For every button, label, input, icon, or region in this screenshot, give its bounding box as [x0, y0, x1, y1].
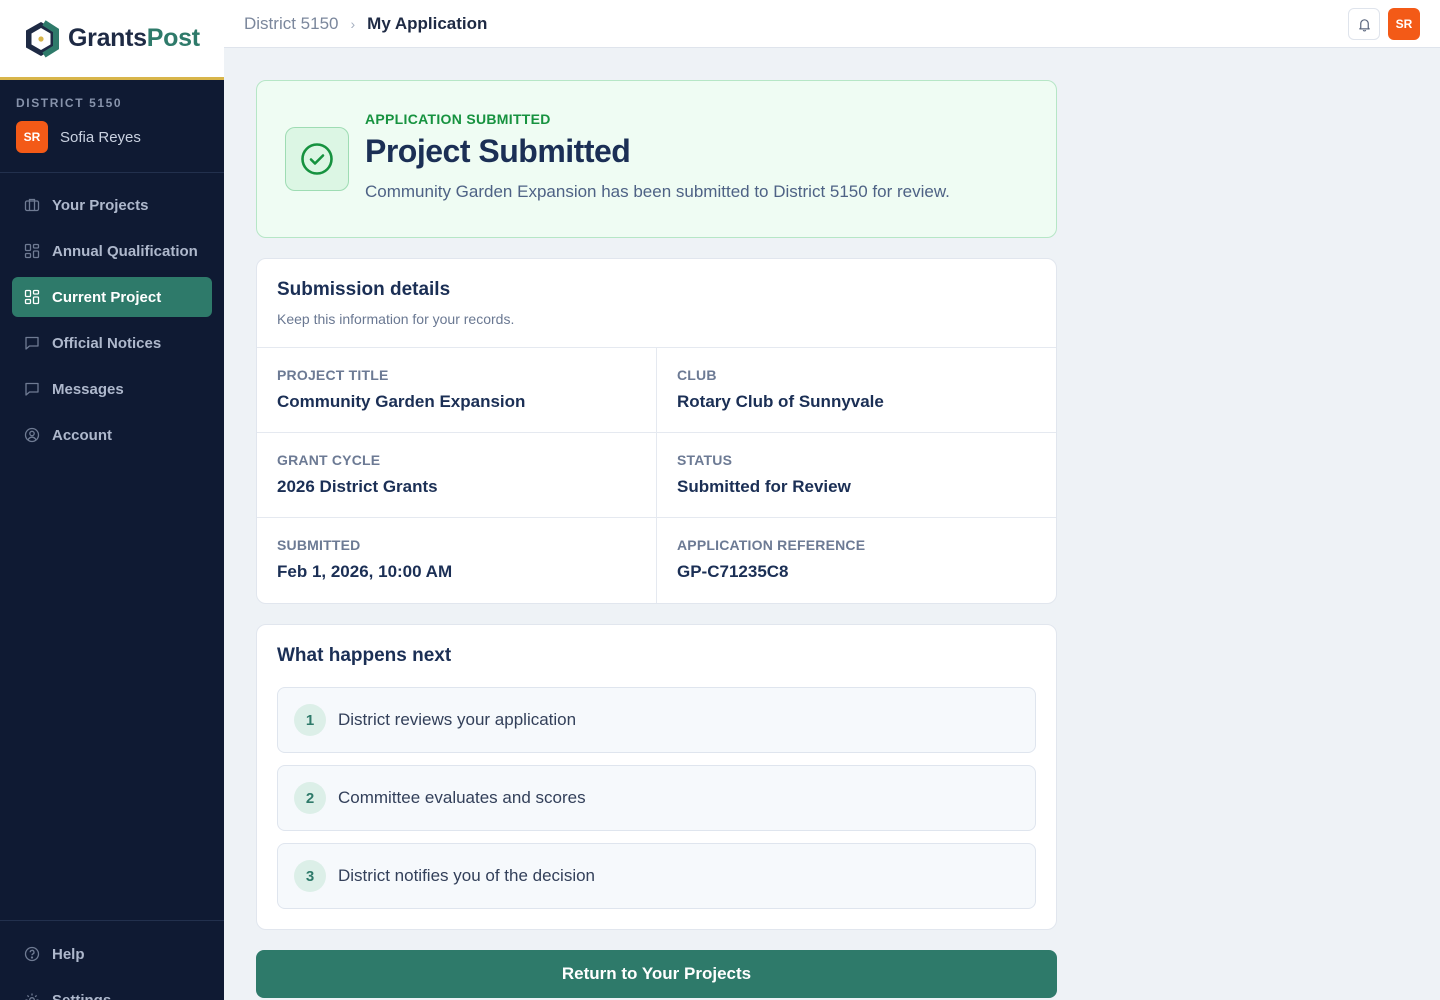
- step-text: District reviews your application: [338, 710, 577, 729]
- return-to-projects-button[interactable]: Return to Your Projects: [256, 950, 1057, 998]
- user-row: SR Sofia Reyes: [16, 121, 208, 153]
- details-grid: PROJECT TITLE Community Garden Expansion…: [257, 348, 1056, 603]
- detail-project-title: PROJECT TITLE Community Garden Expansion: [257, 348, 657, 433]
- top-actions: SR: [1348, 8, 1420, 40]
- sidebar-item-your-projects[interactable]: Your Projects: [12, 185, 212, 225]
- sidebar-item-official-notices[interactable]: Official Notices: [12, 323, 212, 363]
- detail-application-reference: APPLICATION REFERENCE GP-C71235C8: [657, 518, 1056, 603]
- sidebar-item-settings[interactable]: Settings: [12, 980, 212, 1000]
- message-square-icon: [24, 335, 40, 351]
- success-text: APPLICATION SUBMITTED Project Submitted …: [365, 111, 950, 202]
- sidebar-item-current-project[interactable]: Current Project: [12, 277, 212, 317]
- check-circle-icon: [285, 127, 349, 191]
- detail-submitted: SUBMITTED Feb 1, 2026, 10:00 AM: [257, 518, 657, 603]
- user-avatar-button[interactable]: SR: [1388, 8, 1420, 40]
- detail-value: GP-C71235C8: [677, 562, 789, 581]
- details-title: Submission details: [277, 279, 451, 300]
- breadcrumb-current: My Application: [367, 13, 488, 33]
- submission-details-card: Submission details Keep this information…: [256, 258, 1057, 604]
- brand-name-part2: Post: [146, 24, 200, 52]
- step-number: 3: [294, 860, 326, 892]
- sidebar-item-label: Your Projects: [52, 196, 149, 214]
- sidebar-item-messages[interactable]: Messages: [12, 369, 212, 409]
- chevron-right-icon: ›: [350, 15, 356, 32]
- details-header: Submission details Keep this information…: [257, 259, 1056, 348]
- gear-icon: [24, 992, 40, 1000]
- sidebar-item-label: Current Project: [52, 288, 162, 306]
- sidebar-item-label: Official Notices: [52, 334, 162, 352]
- briefcase-icon: [24, 197, 40, 213]
- brand-name-part1: Grants: [68, 24, 147, 52]
- detail-label: SUBMITTED: [277, 537, 361, 553]
- user-name: Sofia Reyes: [60, 128, 141, 146]
- sidebar-item-help[interactable]: Help: [12, 934, 212, 974]
- details-subtitle: Keep this information for your records.: [277, 311, 515, 327]
- breadcrumb-district[interactable]: District 5150: [244, 14, 338, 34]
- sidebar-item-annual-qualification[interactable]: Annual Qualification: [12, 231, 212, 271]
- detail-label: CLUB: [677, 367, 717, 383]
- detail-label: GRANT CYCLE: [277, 452, 381, 468]
- list-item: 2 Committee evaluates and scores: [277, 765, 1036, 831]
- user-circle-icon: [24, 427, 40, 443]
- sidebar-bottom: Help Settings: [0, 920, 224, 1000]
- help-circle-icon: [24, 946, 40, 962]
- avatar: SR: [16, 121, 48, 153]
- step-text: District notifies you of the decision: [338, 866, 596, 885]
- sidebar-item-label: Messages: [52, 380, 124, 398]
- bell-icon: [1358, 18, 1370, 32]
- district-block: DISTRICT 5150 SR Sofia Reyes: [0, 80, 224, 173]
- topbar: District 5150 › My Application SR: [224, 0, 1440, 48]
- sidebar-item-account[interactable]: Account: [12, 415, 212, 455]
- detail-value: Community Garden Expansion: [277, 392, 526, 411]
- sidebar-nav: Your Projects Annual Qualification Curre…: [0, 173, 224, 455]
- message-square-icon: [24, 381, 40, 397]
- next-steps-card: What happens next 1 District reviews you…: [256, 624, 1057, 930]
- sidebar-item-label: Annual Qualification: [52, 242, 198, 260]
- next-steps-title: What happens next: [277, 645, 452, 666]
- detail-club: CLUB Rotary Club of Sunnyvale: [657, 348, 1056, 433]
- success-description: Community Garden Expansion has been subm…: [365, 182, 950, 201]
- sidebar-item-label: Help: [52, 945, 85, 963]
- grid-icon: [24, 289, 40, 305]
- grid-icon: [24, 243, 40, 259]
- district-label: DISTRICT 5150: [16, 96, 123, 110]
- next-steps-list: 1 District reviews your application 2 Co…: [277, 687, 1036, 909]
- main-content: APPLICATION SUBMITTED Project Submitted …: [256, 80, 1057, 998]
- notifications-button[interactable]: [1348, 8, 1380, 40]
- detail-label: PROJECT TITLE: [277, 367, 389, 383]
- brand-name: GrantsPost: [68, 24, 200, 53]
- sidebar-item-label: Account: [52, 426, 112, 444]
- step-text: Committee evaluates and scores: [338, 788, 586, 807]
- sidebar: GrantsPost DISTRICT 5150 SR Sofia Reyes …: [0, 0, 224, 1000]
- success-banner: APPLICATION SUBMITTED Project Submitted …: [256, 80, 1057, 238]
- detail-value: 2026 District Grants: [277, 477, 438, 496]
- success-eyebrow: APPLICATION SUBMITTED: [365, 111, 551, 127]
- detail-label: STATUS: [677, 452, 733, 468]
- brand-logo-area[interactable]: GrantsPost: [0, 0, 224, 80]
- detail-value: Feb 1, 2026, 10:00 AM: [277, 562, 453, 581]
- detail-label: APPLICATION REFERENCE: [677, 537, 866, 553]
- detail-grant-cycle: GRANT CYCLE 2026 District Grants: [257, 433, 657, 518]
- page-title: Project Submitted: [365, 133, 631, 169]
- list-item: 3 District notifies you of the decision: [277, 843, 1036, 909]
- step-number: 1: [294, 704, 326, 736]
- step-number: 2: [294, 782, 326, 814]
- detail-value: Submitted for Review: [677, 477, 851, 496]
- detail-value: Rotary Club of Sunnyvale: [677, 392, 884, 411]
- detail-status: STATUS Submitted for Review: [657, 433, 1056, 518]
- breadcrumb: District 5150 › My Application: [244, 14, 487, 34]
- list-item: 1 District reviews your application: [277, 687, 1036, 753]
- sidebar-item-label: Settings: [52, 991, 112, 1000]
- grantspost-logo-icon: [26, 19, 59, 58]
